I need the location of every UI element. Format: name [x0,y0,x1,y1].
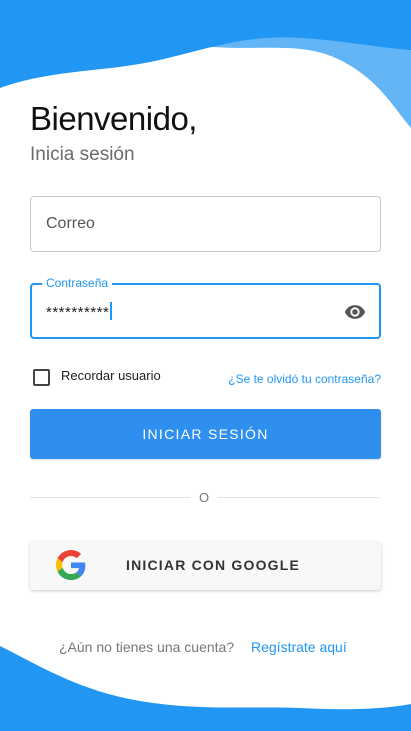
email-field[interactable]: Correo [30,196,381,252]
or-separator: O [199,490,210,505]
welcome-title: Bienvenido, [30,100,197,137]
password-value: ********** [46,302,113,321]
divider-right [218,497,379,498]
google-logo-icon [56,550,86,580]
register-link[interactable]: Regístrate aquí [251,639,347,655]
text-cursor [110,302,113,320]
password-label: Contraseña [42,276,113,290]
remember-checkbox[interactable] [33,369,50,386]
password-field[interactable]: Contraseña ********** [30,276,381,339]
login-subtitle: Inicia sesión [30,144,135,165]
no-account-text: ¿Aún no tienes una cuenta? [59,639,235,655]
eye-icon[interactable] [343,301,367,323]
remember-label[interactable]: Recordar usuario [61,368,161,383]
google-button-label: INICIAR CON GOOGLE [126,557,301,573]
google-login-button[interactable]: INICIAR CON GOOGLE [30,542,381,590]
login-button[interactable]: INICIAR SESIÓN [30,409,381,459]
email-placeholder: Correo [46,215,95,232]
forgot-password-link[interactable]: ¿Se te olvidó tu contraseña? [228,372,381,386]
divider-left [30,497,190,498]
